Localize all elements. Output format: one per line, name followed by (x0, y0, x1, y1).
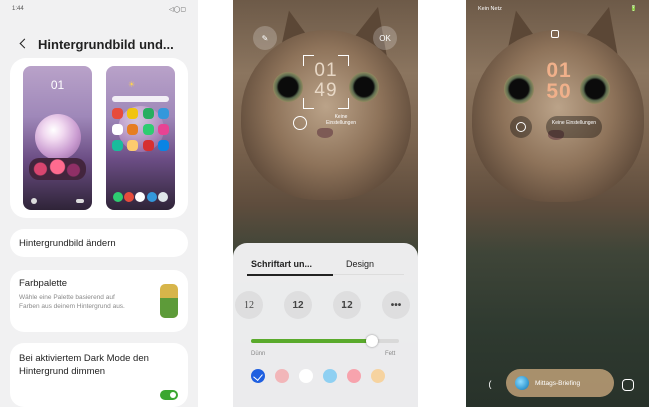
header: Hintergrundbild und... (18, 34, 190, 54)
wallpaper-orb-image (35, 114, 81, 160)
camera-app-icon (124, 192, 135, 202)
color-option[interactable] (323, 369, 337, 383)
thickness-min-label: Dünn (251, 351, 266, 357)
sheet-tabs: Schriftart un... Design (251, 259, 404, 269)
messages-icon (146, 192, 157, 202)
color-option[interactable] (347, 369, 361, 383)
dock-preview (112, 192, 169, 202)
weather-icon: ☀ (128, 80, 136, 89)
app-icon (127, 140, 139, 151)
thickness-slider-knob[interactable] (366, 335, 379, 347)
lockscreen-clock: 01 50 (536, 60, 582, 102)
change-wallpaper-button[interactable]: Hintergrundbild ändern (10, 229, 188, 257)
lock-widget-button[interactable] (510, 116, 532, 138)
search-bar-preview (112, 96, 169, 102)
browser-icon (135, 192, 146, 202)
cat-eye-right (349, 72, 379, 102)
app-icon (142, 108, 154, 119)
palette-title: Farbpalette (19, 278, 68, 289)
cat-eye-right (580, 74, 610, 104)
thickness-slider[interactable] (251, 335, 399, 347)
app-icon (157, 108, 169, 119)
phone-icon (112, 192, 123, 202)
lock-screen-preview[interactable]: 01 (23, 66, 92, 210)
lock-widget-icon[interactable] (293, 116, 307, 130)
gallery-icon (158, 192, 169, 202)
flashlight-icon[interactable]: ( (482, 376, 498, 392)
color-option[interactable] (275, 369, 289, 383)
cat-nose (317, 128, 333, 138)
lock-widget-icon (516, 122, 526, 132)
clock-digits: 01 49 (303, 61, 349, 101)
thickness-max-label: Fett (385, 351, 396, 357)
palette-description: Wähle eine Palette basierend auf Farben … (19, 294, 125, 310)
app-icon (157, 124, 169, 135)
clock-minutes: 50 (546, 80, 572, 103)
change-wallpaper-label: Hintergrundbild ändern (19, 238, 116, 249)
app-icon (112, 124, 124, 135)
app-icon (127, 124, 139, 135)
camera-icon (76, 199, 84, 203)
settings-screen: 1:44 ◁◯▢ Hintergrundbild und... 01 ☀ Hin… (0, 0, 198, 407)
cat-eye-left (504, 74, 534, 104)
clock-hours: 01 (314, 60, 338, 81)
lock-preview-shortcuts (31, 198, 84, 204)
font-options: 12 12 12 ••• (233, 291, 418, 319)
wallpaper-preview-card[interactable]: 01 ☀ (10, 58, 188, 218)
more-fonts-button[interactable]: ••• (382, 291, 410, 319)
weather-icon (515, 376, 529, 390)
done-button[interactable]: OK (373, 26, 397, 50)
camera-icon[interactable] (622, 379, 634, 391)
app-icon (112, 140, 124, 151)
font-option[interactable]: 12 (333, 291, 361, 319)
status-time: 1:44 (12, 6, 24, 12)
status-network: Kein Netz (478, 6, 502, 12)
lock-preview-time: 01 (50, 78, 65, 92)
color-option[interactable] (251, 369, 265, 383)
page-title: Hintergrundbild und... (38, 36, 174, 52)
thickness-slider-fill (251, 339, 373, 343)
clock-hours: 01 (546, 59, 572, 82)
clock-color-options (251, 369, 418, 383)
app-icon (127, 108, 139, 119)
app-icon (142, 124, 154, 135)
home-screen-preview[interactable]: ☀ (106, 66, 175, 210)
dark-mode-dim-toggle[interactable] (160, 390, 178, 400)
active-tab-indicator (247, 274, 333, 276)
app-icon (112, 108, 124, 119)
flashlight-icon (31, 198, 37, 204)
lockscreen-editor-screen: ✎ OK 01 49 Keine Einstellungen Schriftar… (233, 0, 418, 407)
widget-text[interactable]: Keine Einstellungen (546, 116, 602, 138)
app-icon (142, 140, 154, 151)
dark-mode-dim-label: Bei aktiviertem Dark Mode den Hintergrun… (19, 353, 149, 377)
edit-icon[interactable]: ✎ (253, 26, 277, 50)
font-option[interactable]: 12 (235, 291, 263, 319)
clock-minutes: 49 (314, 80, 338, 101)
clock-edit-frame[interactable]: 01 49 (303, 55, 349, 109)
color-option[interactable] (371, 369, 385, 383)
battery-icon: 🔋 (630, 6, 637, 12)
lock-icon (551, 30, 559, 38)
color-option[interactable] (299, 369, 313, 383)
status-bar: Kein Netz 🔋 (478, 6, 637, 12)
tab-font-and-color[interactable]: Schriftart un... (251, 259, 312, 269)
style-bottom-sheet: Schriftart un... Design 12 12 12 ••• Dün… (233, 243, 418, 407)
app-icon (157, 140, 169, 151)
briefing-label: Mittags-Briefing (535, 379, 581, 387)
color-palette-setting[interactable]: Farbpalette Wähle eine Palette basierend… (10, 270, 188, 332)
font-option[interactable]: 12 (284, 291, 312, 319)
briefing-button[interactable]: Mittags-Briefing (506, 369, 614, 397)
back-arrow-icon[interactable] (18, 36, 30, 52)
lockscreen-result-screen: Kein Netz 🔋 01 50 Keine Einstellungen ( … (466, 0, 649, 407)
app-grid-preview (112, 108, 169, 151)
status-icons: ◁◯▢ (169, 7, 186, 13)
status-bar: 1:44 ◁◯▢ (12, 6, 186, 16)
dark-mode-dim-setting[interactable]: Bei aktiviertem Dark Mode den Hintergrun… (10, 343, 188, 407)
widget-text[interactable]: Keine Einstellungen (321, 114, 361, 126)
cat-eye-left (273, 72, 303, 102)
tab-design[interactable]: Design (346, 259, 374, 269)
wallpaper-flowers-image (29, 158, 86, 180)
palette-swatch[interactable] (160, 284, 178, 318)
